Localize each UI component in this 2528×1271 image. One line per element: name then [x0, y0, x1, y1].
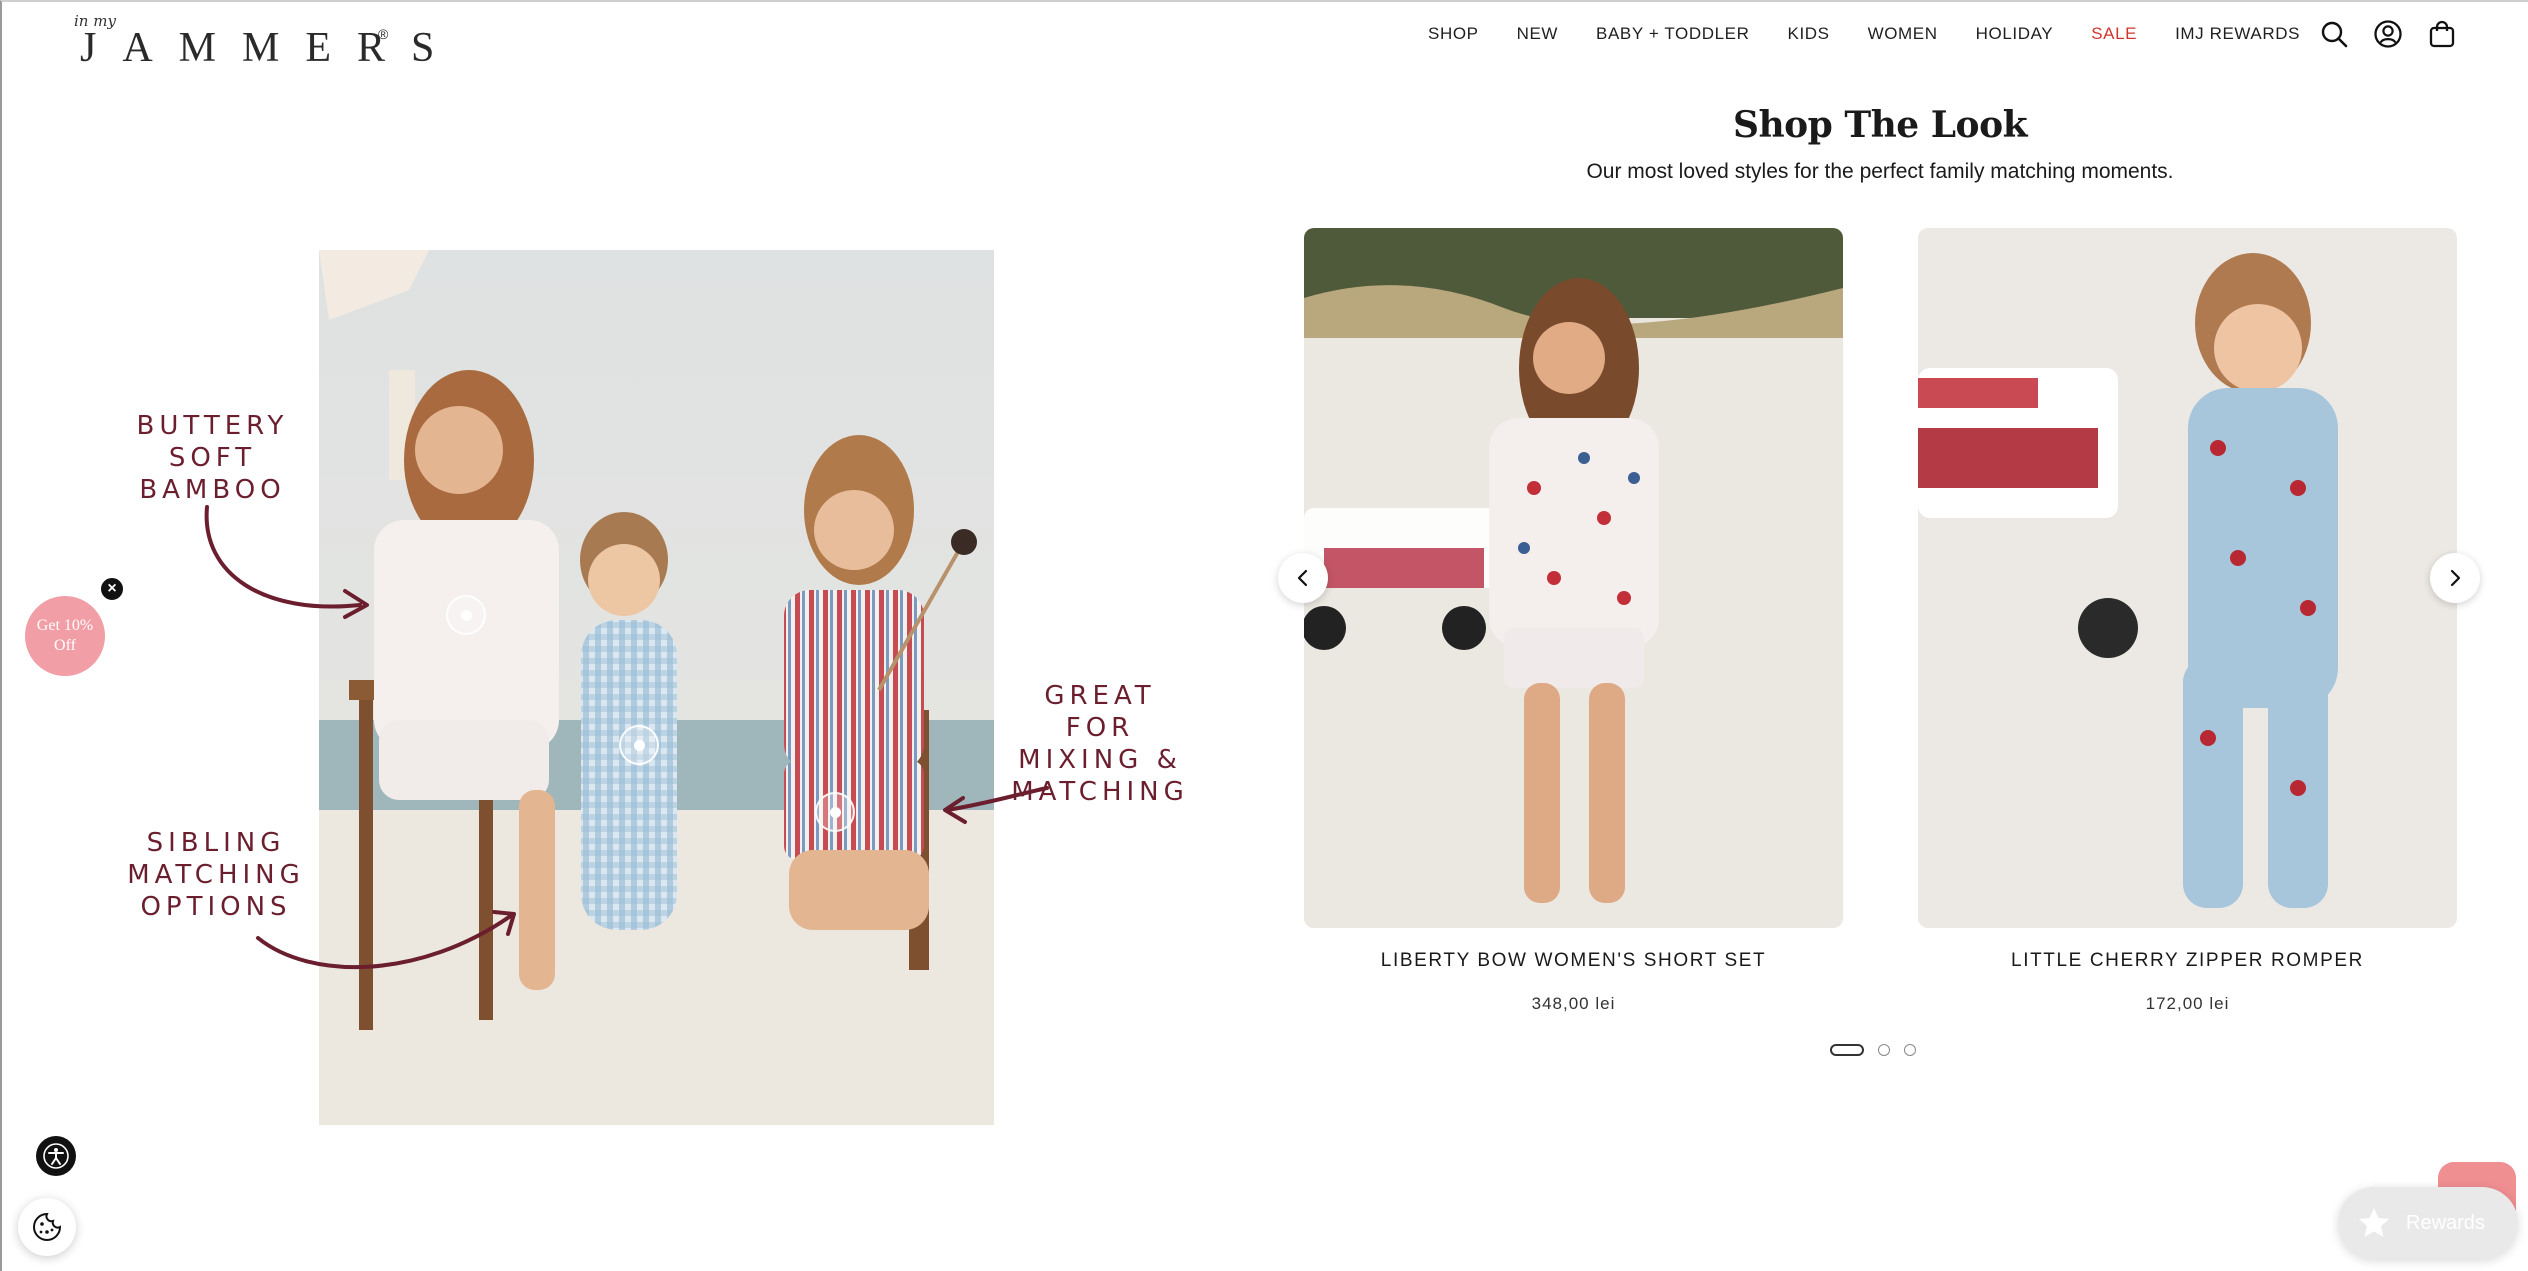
callout-arrow-bottom — [256, 910, 516, 970]
cart-icon[interactable] — [2426, 18, 2458, 50]
callout-buttery-soft: BUTTERY SOFT BAMBOO — [136, 411, 289, 505]
logo-wordmark: JAMMERS — [80, 25, 461, 71]
accessibility-icon — [43, 1143, 69, 1169]
chevron-left-icon — [1297, 569, 1308, 587]
logo-registered-mark: ® — [378, 26, 389, 42]
carousel-next-button[interactable] — [2430, 553, 2480, 603]
brand-logo[interactable]: in my JAMMERS ® — [72, 12, 434, 71]
product-name[interactable]: LIBERTY BOW WOMEN'S SHORT SET — [1304, 950, 1843, 972]
section-subtitle: Our most loved styles for the perfect fa… — [1586, 160, 2174, 183]
star-icon — [2359, 1208, 2389, 1237]
callout-arrow-top — [204, 505, 369, 619]
rewards-launcher[interactable]: Rewards — [2338, 1187, 2518, 1259]
cookie-icon — [33, 1212, 62, 1241]
product-price: 172,00 lei — [2145, 994, 2230, 1013]
search-icon[interactable] — [2318, 18, 2350, 50]
nav-item-women[interactable]: WOMEN — [1868, 24, 1938, 46]
section-title: Shop The Look — [1732, 104, 2028, 146]
product-card: LIBERTY BOW WOMEN'S SHORT SET 348,00 lei — [1304, 228, 1843, 1014]
nav-item-imj-rewards[interactable]: IMJ REWARDS — [2175, 24, 2300, 46]
nav-item-new[interactable]: NEW — [1517, 24, 1558, 46]
nav-item-shop[interactable]: SHOP — [1428, 24, 1479, 46]
carousel-prev-button[interactable] — [1278, 553, 1328, 603]
nav-item-sale[interactable]: SALE — [2091, 24, 2137, 46]
carousel-dot-2[interactable] — [1878, 1044, 1890, 1056]
chevron-right-icon — [2450, 569, 2461, 587]
discount-popup-line2: Off — [54, 637, 76, 654]
nav-item-holiday[interactable]: HOLIDAY — [1976, 24, 2054, 46]
site-header: in my JAMMERS ® SHOP NEW BABY + TODDLER … — [0, 0, 2528, 72]
cookie-settings-button[interactable] — [18, 1198, 76, 1256]
nav-item-baby-toddler[interactable]: BABY + TODDLER — [1596, 24, 1749, 46]
discount-popup-line1: Get 10% — [36, 617, 94, 634]
nav-item-kids[interactable]: KIDS — [1788, 24, 1830, 46]
close-icon[interactable]: × — [99, 576, 125, 602]
header-actions — [2318, 18, 2458, 50]
product-price: 348,00 lei — [1531, 994, 1616, 1013]
product-image[interactable] — [1304, 228, 1843, 928]
product-name[interactable]: LITTLE CHERRY ZIPPER ROMPER — [1918, 950, 2457, 972]
carousel-pagination — [1830, 1044, 1916, 1056]
callout-arrow-right — [943, 786, 1049, 824]
hotspot-romper[interactable] — [619, 725, 659, 765]
carousel-dot-3[interactable] — [1904, 1044, 1916, 1056]
product-card: LITTLE CHERRY ZIPPER ROMPER 172,00 lei — [1918, 228, 2457, 1014]
lifestyle-image — [319, 250, 994, 1125]
account-icon[interactable] — [2372, 18, 2404, 50]
carousel-dot-1[interactable] — [1830, 1044, 1864, 1056]
main-nav: SHOP NEW BABY + TODDLER KIDS WOMEN HOLID… — [1428, 24, 2300, 46]
rewards-label: Rewards — [2406, 1211, 2485, 1234]
hotspot-kids-set[interactable] — [815, 792, 855, 832]
hotspot-women-set[interactable] — [446, 595, 486, 635]
family-beach-photo — [319, 250, 994, 1125]
accessibility-button[interactable] — [36, 1136, 76, 1176]
product-image[interactable] — [1918, 228, 2457, 928]
discount-popup[interactable]: Get 10% Off — [25, 596, 105, 676]
